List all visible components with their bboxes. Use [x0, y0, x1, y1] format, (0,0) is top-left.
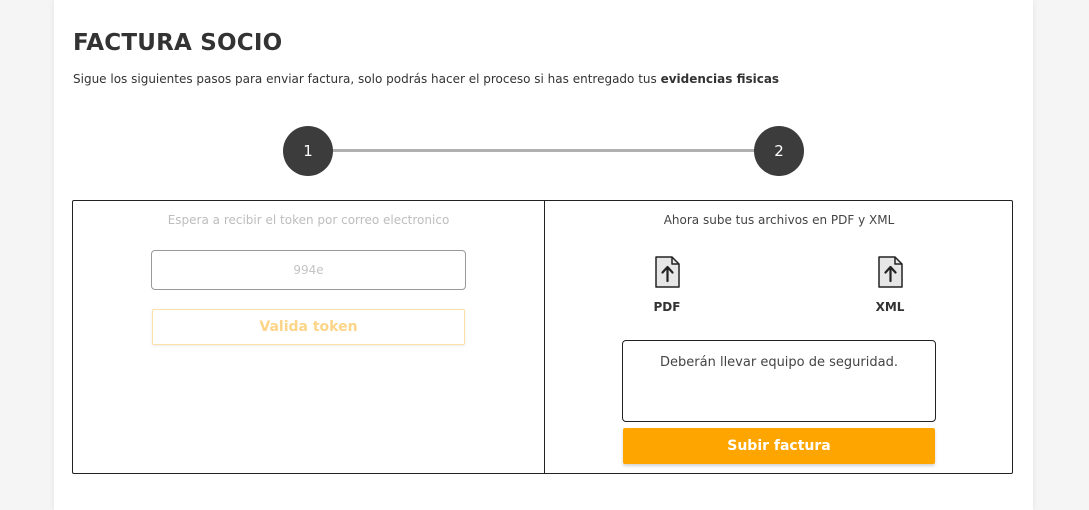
upload-hint: Ahora sube tus archivos en PDF y XML — [663, 213, 895, 227]
step-1: 1 — [283, 126, 333, 176]
token-input[interactable] — [151, 250, 466, 290]
submit-invoice-button[interactable]: Subir factura — [623, 428, 935, 464]
page-subtitle: Sigue los siguientes pasos para enviar f… — [73, 72, 779, 86]
file-upload-icon — [655, 256, 680, 288]
subtitle-emphasis: evidencias fisicas — [660, 72, 780, 86]
pdf-upload-button[interactable]: PDF — [627, 256, 707, 314]
subtitle-text: Sigue los siguientes pasos para enviar f… — [73, 72, 661, 86]
token-hint: Espera a recibir el token por correo ele… — [167, 213, 450, 227]
notes-textarea[interactable]: Deberán llevar equipo de seguridad. — [622, 340, 936, 422]
panel-divider — [544, 200, 545, 474]
step-2: 2 — [754, 126, 804, 176]
xml-upload-button[interactable]: XML — [850, 256, 930, 314]
page-title: FACTURA SOCIO — [73, 30, 283, 56]
validate-token-button[interactable]: Valida token — [152, 309, 465, 345]
stepper-line — [308, 149, 780, 152]
xml-label: XML — [875, 300, 905, 314]
file-upload-icon — [878, 256, 903, 288]
pdf-label: PDF — [653, 300, 681, 314]
